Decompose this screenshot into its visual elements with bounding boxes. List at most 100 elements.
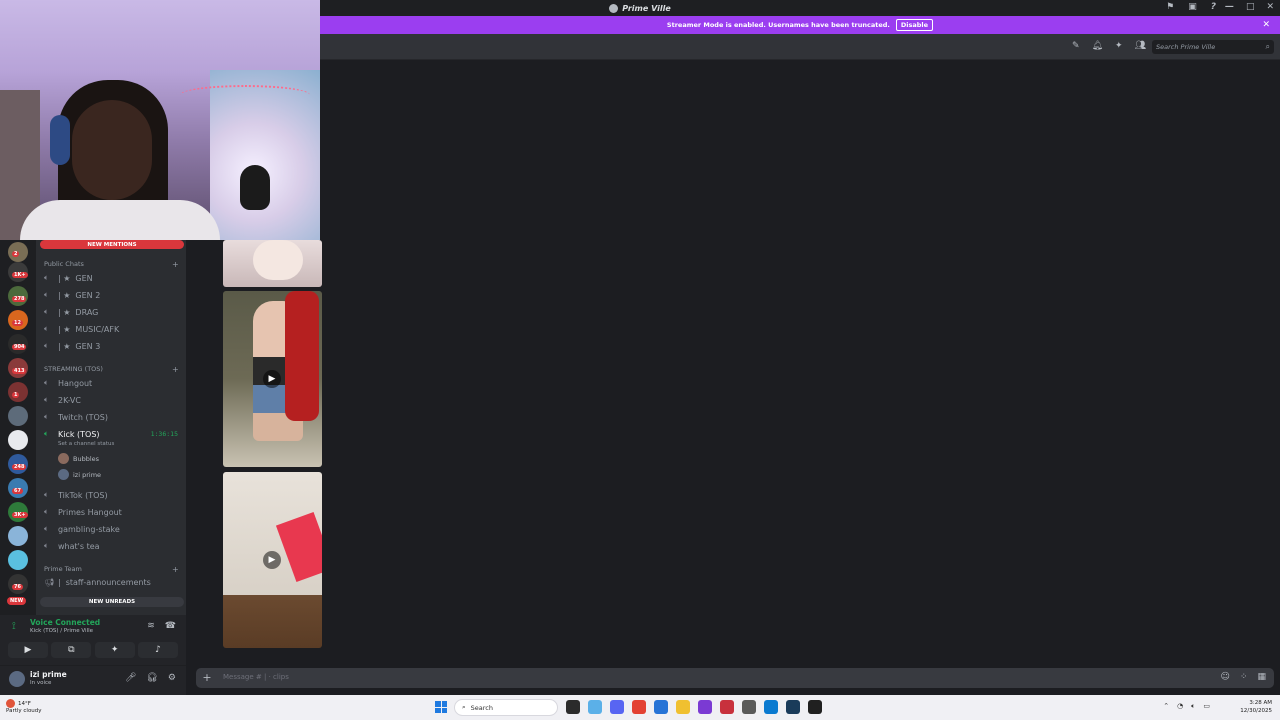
- pin-icon[interactable]: ✦: [1115, 41, 1123, 51]
- voice-status[interactable]: Voice Connected: [30, 618, 100, 627]
- taskbar-search-label: Search: [470, 703, 493, 712]
- headphones-icon[interactable]: 🎧︎: [146, 673, 157, 683]
- channel-name: GEN: [75, 273, 93, 283]
- voice-channel[interactable]: 🔈︎ what's tea: [44, 541, 180, 551]
- voice-channel[interactable]: 🔈︎ Twitch (TOS): [44, 412, 180, 422]
- app-icon[interactable]: [588, 700, 602, 714]
- minimize-icon[interactable]: —: [1225, 2, 1234, 12]
- app-icon[interactable]: [720, 700, 734, 714]
- channel-status-prompt[interactable]: Set a channel status: [58, 441, 114, 447]
- announcement-channel[interactable]: 📢︎ | staff-announcements: [44, 578, 180, 587]
- voice-panel-tools: ≋ ☎: [147, 621, 176, 631]
- new-servers-pill[interactable]: NEW: [7, 597, 27, 605]
- voice-channel[interactable]: 🔈︎ | ★ DRAG: [44, 307, 180, 317]
- voice-user[interactable]: Bubbles: [58, 453, 99, 464]
- voice-channel[interactable]: 🔈︎ gambling-stake: [44, 524, 180, 534]
- taskbar-search[interactable]: ⌕ Search: [454, 699, 558, 716]
- voice-channel[interactable]: 🔈︎ | ★ GEN 3: [44, 341, 180, 351]
- clip-thumbnail[interactable]: [223, 240, 322, 287]
- weather-widget[interactable]: 14°F Partly cloudy: [6, 699, 42, 715]
- voice-channel-active[interactable]: 🔈︎ Kick (TOS) 1:36:15: [44, 429, 180, 439]
- camera-icon[interactable]: ▶︎: [8, 642, 48, 658]
- discord-icon[interactable]: [610, 700, 624, 714]
- disconnect-icon[interactable]: ☎: [165, 621, 176, 631]
- voice-user[interactable]: izi prime: [58, 469, 101, 480]
- voice-channel[interactable]: 🔈︎ 2K-VC: [44, 395, 180, 405]
- maximize-icon[interactable]: □: [1246, 2, 1255, 12]
- emoji-icon[interactable]: ☺: [1221, 672, 1230, 682]
- help-icon[interactable]: ?: [1211, 2, 1216, 12]
- threads-icon[interactable]: ✎: [1072, 41, 1080, 51]
- volume-icon[interactable]: 🔈︎: [1191, 702, 1195, 711]
- server-icon[interactable]: [8, 550, 28, 570]
- server-icon[interactable]: [8, 526, 28, 546]
- close-window-icon[interactable]: ✕: [1266, 2, 1274, 12]
- microphone-icon[interactable]: 🎤︎: [125, 673, 136, 683]
- chrome-icon[interactable]: [632, 700, 646, 714]
- windows-start-icon[interactable]: [435, 701, 447, 713]
- server-icon[interactable]: [8, 430, 28, 450]
- add-channel-icon[interactable]: +: [172, 565, 179, 574]
- user-controls: 🎤︎ 🎧︎ ⚙: [125, 673, 176, 683]
- message-composer[interactable]: + Message # | · clips ☺ ⁘ ▦: [196, 668, 1274, 688]
- add-channel-icon[interactable]: +: [172, 365, 179, 374]
- battery-icon[interactable]: ▭: [1203, 702, 1210, 711]
- steam-icon[interactable]: [786, 700, 800, 714]
- search-input[interactable]: Search Prime Ville ⌕: [1152, 40, 1274, 54]
- channel-name: 2K-VC: [58, 395, 81, 405]
- username[interactable]: izi prime: [30, 670, 67, 679]
- play-icon[interactable]: ▶: [263, 551, 281, 569]
- webcam-penguin: [240, 165, 270, 210]
- voice-channel[interactable]: 🔈︎ Hangout: [44, 378, 180, 388]
- wifi-icon[interactable]: ◔: [1177, 702, 1183, 711]
- category-prime-team[interactable]: Prime Team +: [44, 565, 179, 574]
- close-banner-icon[interactable]: ✕: [1262, 20, 1270, 30]
- clip-thumbnail[interactable]: ▶: [223, 472, 322, 648]
- task-view-icon[interactable]: [566, 700, 580, 714]
- chevron-up-icon[interactable]: ⌃: [1163, 702, 1169, 711]
- category-public-chats[interactable]: Public Chats +: [44, 260, 179, 269]
- voice-channel[interactable]: 🔈︎ | ★ GEN 2: [44, 290, 180, 300]
- screen-share-icon[interactable]: ▣: [1188, 2, 1197, 12]
- notification-bell-icon[interactable]: 🔔︎: [1092, 41, 1103, 51]
- message-input[interactable]: Message # | · clips: [223, 673, 289, 681]
- app-icon[interactable]: [654, 700, 668, 714]
- voice-channel[interactable]: 🔈︎ TikTok (TOS): [44, 490, 180, 500]
- noise-suppression-icon[interactable]: ≋: [147, 621, 155, 631]
- channel-name: staff-announcements: [65, 578, 151, 587]
- voice-channel[interactable]: 🔈︎ | ★ GEN: [44, 273, 180, 283]
- edge-icon[interactable]: [764, 700, 778, 714]
- gear-icon[interactable]: ⚙: [168, 673, 176, 683]
- speaker-icon: 🔈︎: [44, 307, 49, 316]
- taskbar-clock[interactable]: 3:28 AM 12/30/2025: [1240, 699, 1272, 715]
- play-icon[interactable]: ▶: [263, 370, 281, 388]
- server-badge: 67: [12, 488, 23, 494]
- voice-channel[interactable]: 🔈︎ Primes Hangout: [44, 507, 180, 517]
- banner-text: Streamer Mode is enabled. Usernames have…: [666, 21, 890, 29]
- inbox-icon[interactable]: ⚑: [1166, 2, 1174, 12]
- signal-icon[interactable]: ⟟: [12, 621, 16, 632]
- screen-share-button[interactable]: ⧉: [51, 642, 92, 658]
- terminal-icon[interactable]: [808, 700, 822, 714]
- member-list-icon[interactable]: 👥︎: [1135, 41, 1146, 51]
- voice-channel[interactable]: 🔈︎ | ★ MUSIC/AFK: [44, 324, 180, 334]
- new-unreads-pill[interactable]: NEW UNREADS: [40, 597, 184, 607]
- channel-name: MUSIC/AFK: [75, 324, 120, 334]
- app-icon[interactable]: [698, 700, 712, 714]
- app-icon[interactable]: [742, 700, 756, 714]
- gift-icon[interactable]: ▦: [1257, 672, 1266, 682]
- new-mentions-pill[interactable]: NEW MENTIONS: [40, 240, 184, 249]
- disable-streamer-mode-button[interactable]: Disable: [895, 19, 934, 31]
- soundboard-icon[interactable]: ♪: [137, 642, 178, 658]
- file-explorer-icon[interactable]: [676, 700, 690, 714]
- voice-location[interactable]: Kick (TOS) / Prime Ville: [30, 628, 93, 634]
- category-streaming[interactable]: STREAMING (TOS) +: [44, 365, 179, 374]
- apps-icon[interactable]: ⁘: [1240, 672, 1248, 682]
- channel-name: GEN 3: [75, 341, 101, 351]
- avatar[interactable]: [9, 671, 25, 687]
- add-channel-icon[interactable]: +: [172, 260, 179, 269]
- add-attachment-icon[interactable]: +: [200, 670, 214, 684]
- clip-thumbnail[interactable]: ▶: [223, 291, 322, 467]
- server-icon[interactable]: [8, 406, 28, 426]
- activities-icon[interactable]: ✦: [94, 642, 135, 658]
